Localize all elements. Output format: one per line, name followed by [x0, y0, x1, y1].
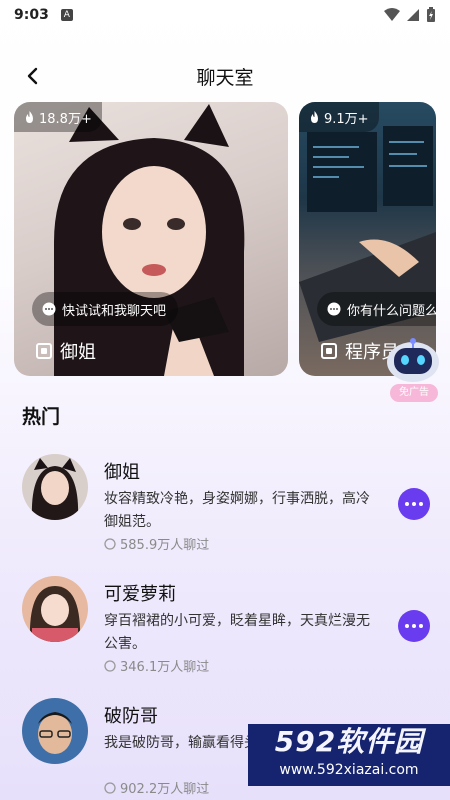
chat-bubble-icon	[42, 302, 56, 316]
ad-free-tag: 免广告	[390, 384, 438, 402]
fire-icon	[311, 110, 318, 123]
robot-icon	[387, 338, 439, 382]
item-name: 可爱萝莉	[104, 584, 176, 605]
item-description: 妆容精致冷艳，身姿婀娜，行事洒脱，高冷御姐范。	[104, 491, 370, 530]
section-title-hot: 热门	[22, 406, 61, 428]
greeting-text: 快试试和我聊天吧	[62, 303, 167, 319]
chat-count-icon	[104, 659, 116, 672]
fire-icon	[26, 110, 33, 123]
character-carousel[interactable]: 18.8万+ 快试试和我聊天吧 御姐 9.1万+ 你有什么问题么 程序员	[14, 102, 436, 376]
chat-bubble-icon	[327, 302, 341, 316]
app-header: 聊天室	[0, 58, 450, 94]
chat-button[interactable]	[398, 610, 430, 642]
greeting-text: 你有什么问题么	[347, 303, 436, 319]
chat-count-icon	[104, 537, 116, 550]
avatar	[22, 698, 88, 764]
chat-count-text: 902.2万人聊过	[120, 782, 210, 797]
watermark-logo-text: 592软件园	[274, 725, 424, 758]
status-icons	[384, 7, 436, 23]
heat-badge: 18.8万+	[14, 102, 102, 132]
heat-count: 9.1万+	[324, 111, 369, 127]
card-label-text: 御姐	[60, 342, 96, 363]
back-button[interactable]	[18, 62, 46, 90]
site-watermark: 592软件园 www.592xiazai.com	[248, 724, 450, 786]
ad-free-robot-button[interactable]: 免广告	[384, 336, 442, 402]
wifi-icon	[384, 8, 400, 21]
card-label: 御姐	[36, 338, 96, 364]
chat-count-text: 346.1万人聊过	[120, 660, 210, 675]
item-chat-count: 902.2万人聊过	[104, 778, 209, 797]
item-description: 穿百褶裙的小可爱，眨着星眸，天真烂漫无公害。	[104, 613, 370, 652]
chat-count-text: 585.9万人聊过	[120, 538, 210, 553]
character-photo	[54, 104, 245, 376]
status-bar: 9:03 A	[0, 0, 450, 30]
carousel-card-yujie[interactable]: 18.8万+ 快试试和我聊天吧 御姐	[14, 102, 288, 376]
tag-icon	[321, 343, 337, 359]
avatar-image	[22, 698, 88, 764]
heat-count: 18.8万+	[39, 111, 92, 127]
battery-icon	[427, 7, 435, 22]
item-name: 御姐	[104, 462, 140, 483]
list-item[interactable]: 可爱萝莉 穿百褶裙的小可爱，眨着星眸，天真烂漫无公害。 346.1万人聊过	[0, 570, 450, 682]
list-item[interactable]: 御姐 妆容精致冷艳，身姿婀娜，行事洒脱，高冷御姐范。 585.9万人聊过	[0, 448, 450, 560]
signal-icon	[407, 9, 419, 21]
chat-button[interactable]	[398, 488, 430, 520]
watermark-url: www.592xiazai.com	[279, 762, 419, 778]
avatar	[22, 454, 88, 520]
page-title: 聊天室	[196, 66, 254, 89]
avatar-image	[22, 576, 88, 642]
avatar	[22, 576, 88, 642]
chevron-left-icon	[27, 67, 38, 85]
greeting-bubble: 你有什么问题么	[317, 292, 436, 326]
heat-badge: 9.1万+	[299, 102, 379, 132]
status-time: 9:03	[14, 7, 49, 23]
notification-icon: A	[60, 9, 73, 21]
more-dots-icon	[405, 624, 423, 628]
item-chat-count: 585.9万人聊过	[104, 534, 209, 553]
avatar-image	[22, 454, 88, 520]
greeting-bubble: 快试试和我聊天吧	[32, 292, 179, 326]
item-chat-count: 346.1万人聊过	[104, 656, 209, 675]
tag-icon	[36, 343, 52, 359]
item-name: 破防哥	[104, 706, 158, 727]
chat-count-icon	[104, 781, 116, 794]
carousel-card-programmer[interactable]: 9.1万+ 你有什么问题么 程序员	[299, 102, 436, 376]
more-dots-icon	[405, 502, 423, 506]
character-photo	[299, 126, 436, 342]
